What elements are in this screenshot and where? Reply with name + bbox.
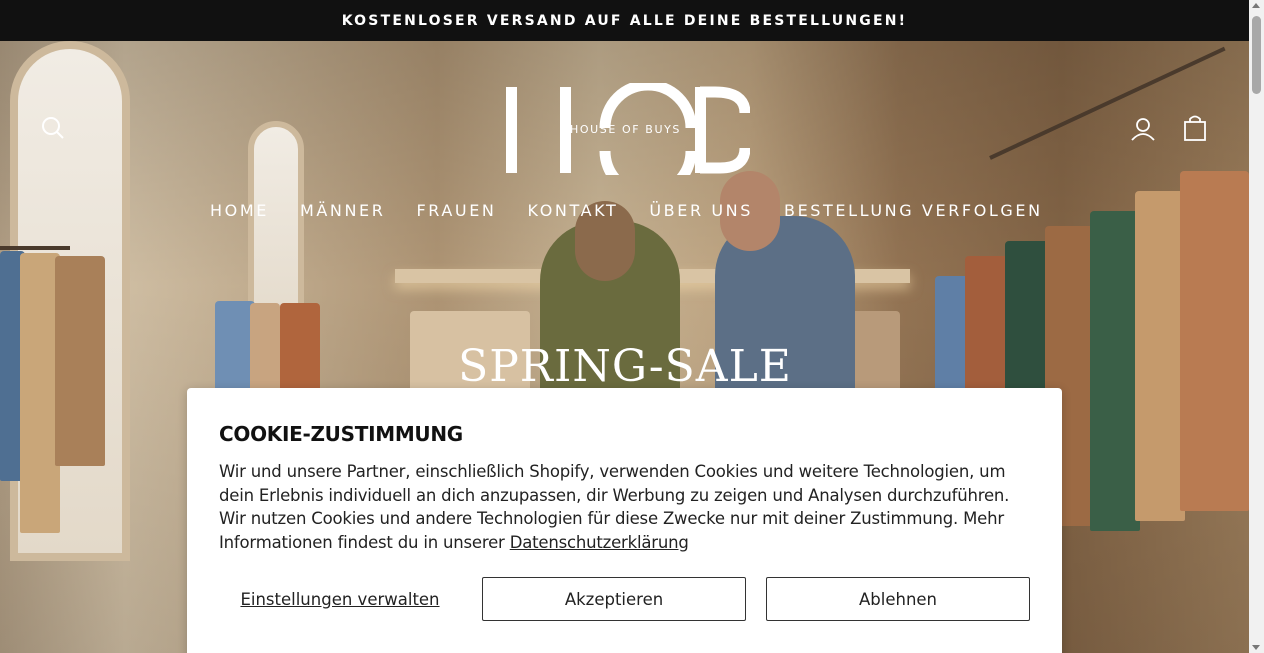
hero-title: SPRING-SALE <box>458 341 792 392</box>
accept-button[interactable]: Akzeptieren <box>482 577 746 621</box>
garment <box>1180 171 1249 511</box>
nav-item-frauen[interactable]: FRAUEN <box>416 201 496 220</box>
decline-button[interactable]: Ablehnen <box>766 577 1030 621</box>
cookie-consent-dialog: COOKIE-ZUSTIMMUNG Wir und unsere Partner… <box>187 388 1062 653</box>
logo-subtitle: HOUSE OF BUYS <box>570 123 681 136</box>
cookie-description: Wir und unsere Partner, einschließlich S… <box>219 460 1031 554</box>
shopping-bag-icon[interactable] <box>1182 114 1208 142</box>
garment <box>55 256 105 466</box>
scroll-down-arrow-icon[interactable] <box>1252 645 1260 650</box>
scroll-up-arrow-icon[interactable] <box>1252 3 1260 8</box>
manage-settings-link[interactable]: Einstellungen verwalten <box>219 577 461 621</box>
nav-item-home[interactable]: HOME <box>210 201 269 220</box>
announcement-bar: KOSTENLOSER VERSAND AUF ALLE DEINE BESTE… <box>0 0 1249 41</box>
nav-item-ueber-uns[interactable]: ÜBER UNS <box>649 201 753 220</box>
cookie-actions: Einstellungen verwalten Akzeptieren Able… <box>219 577 1030 621</box>
nav-item-maenner[interactable]: MÄNNER <box>300 201 386 220</box>
clothing-rack <box>0 246 70 250</box>
privacy-policy-link[interactable]: Datenschutzerklärung <box>510 533 689 552</box>
nav-item-bestellung-verfolgen[interactable]: BESTELLUNG VERFOLGEN <box>784 201 1043 220</box>
garment <box>20 253 60 533</box>
search-icon[interactable] <box>40 115 66 141</box>
clothing-rack <box>989 46 1226 160</box>
main-navigation: HOME MÄNNER FRAUEN KONTAKT ÜBER UNS BEST… <box>210 201 1043 220</box>
page-scrollbar[interactable] <box>1249 0 1264 653</box>
garment <box>1135 191 1185 521</box>
scrollbar-thumb[interactable] <box>1252 16 1261 94</box>
user-icon[interactable] <box>1130 116 1156 142</box>
announcement-text: KOSTENLOSER VERSAND AUF ALLE DEINE BESTE… <box>341 12 908 29</box>
cookie-title: COOKIE-ZUSTIMMUNG <box>219 422 463 446</box>
nav-item-kontakt[interactable]: KONTAKT <box>527 201 618 220</box>
garment <box>1090 211 1140 531</box>
